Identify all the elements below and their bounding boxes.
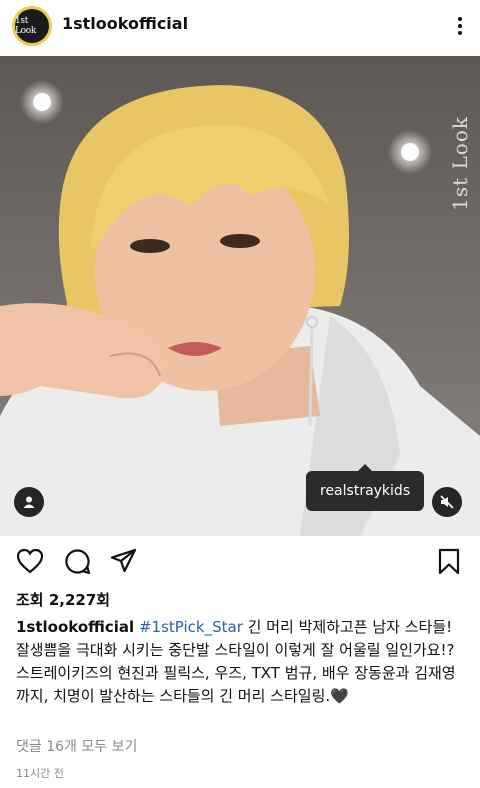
photo-user-tag[interactable]: realstraykids: [306, 464, 425, 511]
caption-username[interactable]: 1stlookofficial: [16, 618, 134, 636]
heart-icon[interactable]: [16, 548, 44, 578]
paper-plane-icon[interactable]: [110, 548, 137, 579]
caption-hashtag[interactable]: #1stPick_Star: [139, 618, 243, 636]
post-timestamp: 11시간 전: [16, 767, 64, 780]
avatar[interactable]: 1st Look: [15, 9, 49, 43]
post-caption: 1stlookofficial #1stPick_Star 긴 머리 박제하고픈…: [16, 616, 468, 708]
user-tag-icon[interactable]: [14, 487, 44, 517]
speaker-muted-icon[interactable]: [432, 487, 462, 517]
more-vertical-icon[interactable]: [458, 17, 464, 38]
photo-watermark: 1st Look: [448, 116, 472, 211]
post-header: 1st Look 1stlookofficial: [0, 0, 480, 54]
bookmark-icon[interactable]: [438, 548, 460, 579]
view-count: 조회 2,227회: [16, 591, 111, 609]
post-photo[interactable]: 1st Look: [0, 56, 480, 536]
post-username[interactable]: 1stlookofficial: [62, 14, 188, 33]
comment-icon[interactable]: [64, 548, 91, 579]
post-photo-illustration: [0, 56, 480, 536]
view-all-comments-link[interactable]: 댓글 16개 모두 보기: [16, 736, 137, 756]
post-actions: [0, 538, 480, 586]
